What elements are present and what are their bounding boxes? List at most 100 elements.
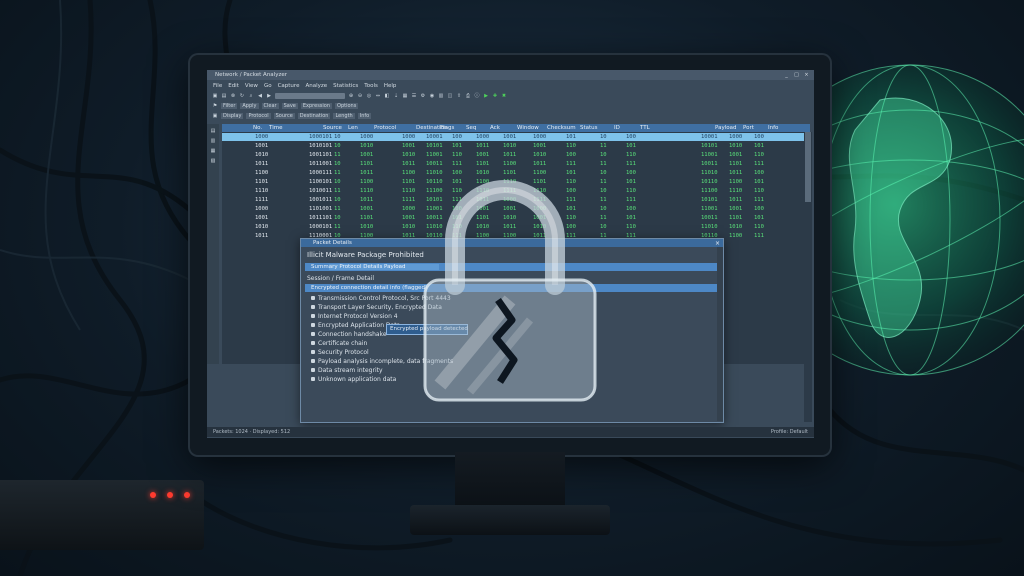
column-header[interactable]: Checksum [547, 125, 576, 131]
apply-button[interactable]: Apply [240, 102, 259, 109]
expand-icon[interactable] [311, 359, 315, 363]
column-header[interactable]: Seq [466, 125, 476, 131]
length-label[interactable]: Length [333, 112, 355, 119]
menu-view[interactable]: View [245, 83, 258, 89]
column-header[interactable]: Len [348, 125, 358, 131]
bookmark-icon[interactable]: ⚑ [212, 103, 218, 109]
expand-icon[interactable] [311, 314, 315, 318]
column-header[interactable]: Source [323, 125, 342, 131]
filter-button[interactable]: Filter [221, 102, 238, 109]
packet-list-scrollbar[interactable] [804, 132, 812, 422]
start-capture-icon[interactable]: ▶ [483, 93, 489, 99]
column-header[interactable]: Time [269, 125, 282, 131]
colorize-icon[interactable]: ◧ [384, 93, 390, 99]
source-label[interactable]: Source [273, 112, 295, 119]
resize-columns-icon[interactable]: ⇔ [375, 93, 381, 99]
column-header[interactable]: Ack [490, 125, 500, 131]
back-icon[interactable]: ◀ [257, 93, 263, 99]
open-icon[interactable]: ▣ [212, 93, 218, 99]
table-row-selected[interactable]: 1000 1000101 10 1000 1000 10001 100 1000 1001 100… [222, 133, 810, 141]
search-icon[interactable]: ⌕ [248, 93, 254, 99]
column-header[interactable]: Status [580, 125, 598, 131]
tree-item[interactable]: Security Protocol [311, 349, 369, 356]
column-header[interactable]: Info [768, 125, 778, 131]
maximize-button[interactable]: □ [793, 72, 800, 78]
expand-icon[interactable] [311, 341, 315, 345]
filter-input[interactable] [275, 92, 345, 99]
save-icon[interactable]: ▤ [221, 93, 227, 99]
side-tree-icon[interactable]: ▥ [210, 138, 216, 144]
prefs-icon[interactable]: ⚙ [420, 93, 426, 99]
tree-item[interactable]: Certificate chain [311, 340, 367, 347]
menu-edit[interactable]: Edit [228, 83, 239, 89]
column-header[interactable]: ID [614, 125, 620, 131]
close-button[interactable]: × [803, 72, 810, 78]
expression-button[interactable]: Expression [300, 102, 333, 109]
column-header[interactable]: Flags [440, 125, 454, 131]
column-header[interactable]: No. [253, 125, 262, 131]
graph-icon[interactable]: ◫ [447, 93, 453, 99]
expand-icon[interactable] [311, 368, 315, 372]
tree-item[interactable]: Connection handshake [311, 331, 387, 338]
print-icon[interactable]: ⎙ [465, 93, 471, 99]
expand-icon[interactable] [311, 350, 315, 354]
stop-capture-icon[interactable]: ✖ [501, 93, 507, 99]
protocol-label[interactable]: Protocol [246, 112, 271, 119]
menu-statistics[interactable]: Statistics [333, 83, 358, 89]
menu-file[interactable]: File [213, 83, 222, 89]
table-cell: 1000 [255, 134, 269, 140]
capture-options-icon[interactable]: ◉ [429, 93, 435, 99]
expand-icon[interactable] [311, 296, 315, 300]
table-row[interactable]: 1001 1010101 10 1010 1001 10101 101 1011 1010 100… [222, 142, 810, 150]
expand-icon[interactable] [311, 305, 315, 309]
dialog-scrollbar[interactable] [717, 247, 723, 421]
menu-analyze[interactable]: Analyze [305, 83, 327, 89]
table-cell: 10 [600, 152, 607, 158]
save-filter-button[interactable]: Save [281, 102, 298, 109]
menu-tools[interactable]: Tools [364, 83, 378, 89]
close-file-icon[interactable]: ⊗ [230, 93, 236, 99]
info-label[interactable]: Info [357, 112, 372, 119]
tree-item[interactable]: Internet Protocol Version 4 [311, 313, 398, 320]
column-header[interactable]: Protocol [374, 125, 396, 131]
destination-label[interactable]: Destination [297, 112, 331, 119]
stats-icon[interactable]: ▥ [438, 93, 444, 99]
column-header[interactable]: Payload [715, 125, 736, 131]
table-row[interactable]: 1011 1011001 10 1101 1011 10011 111 1101 1100 101… [222, 160, 810, 168]
tree-item[interactable]: Data stream integrity [311, 367, 383, 374]
table-row[interactable]: 1010 1001101 11 1001 1010 11001 110 1001 1011 101… [222, 151, 810, 159]
clear-button[interactable]: Clear [261, 102, 279, 109]
column-header[interactable]: TTL [640, 125, 650, 131]
expand-icon[interactable] [311, 323, 315, 327]
table-cell: 10011 [701, 161, 718, 167]
restart-capture-icon[interactable]: ✚ [492, 93, 498, 99]
dialog-close-button[interactable]: × [715, 240, 720, 247]
column-header[interactable]: Window [517, 125, 539, 131]
zoom-out-icon[interactable]: ⊖ [357, 93, 363, 99]
side-filter-icon[interactable]: ▤ [210, 128, 216, 134]
info-icon[interactable]: ⓘ [474, 93, 480, 99]
side-flow-icon[interactable]: ▧ [210, 158, 216, 164]
scrollbar-thumb[interactable] [805, 132, 811, 202]
export-icon[interactable]: ⇪ [456, 93, 462, 99]
expand-icon[interactable] [311, 332, 315, 336]
menu-go[interactable]: Go [264, 83, 272, 89]
autoscroll-icon[interactable]: ⇣ [393, 93, 399, 99]
display-icon[interactable]: ▣ [212, 113, 218, 119]
menu-capture[interactable]: Capture [278, 83, 300, 89]
side-bytes-icon[interactable]: ▦ [210, 148, 216, 154]
tree-item[interactable]: Unknown application data [311, 376, 396, 383]
reload-icon[interactable]: ↻ [239, 93, 245, 99]
grid-icon[interactable]: ▦ [402, 93, 408, 99]
zoom-reset-icon[interactable]: ◎ [366, 93, 372, 99]
options-button[interactable]: Options [335, 102, 359, 109]
forward-icon[interactable]: ▶ [266, 93, 272, 99]
menu-help[interactable]: Help [384, 83, 397, 89]
expand-icon[interactable] [311, 377, 315, 381]
column-header[interactable]: Port [743, 125, 754, 131]
display-label[interactable]: Display [221, 112, 244, 119]
minimize-button[interactable]: _ [783, 72, 790, 78]
zoom-in-icon[interactable]: ⊕ [348, 93, 354, 99]
list-icon[interactable]: ☰ [411, 93, 417, 99]
table-cell: 1010 [729, 224, 743, 230]
